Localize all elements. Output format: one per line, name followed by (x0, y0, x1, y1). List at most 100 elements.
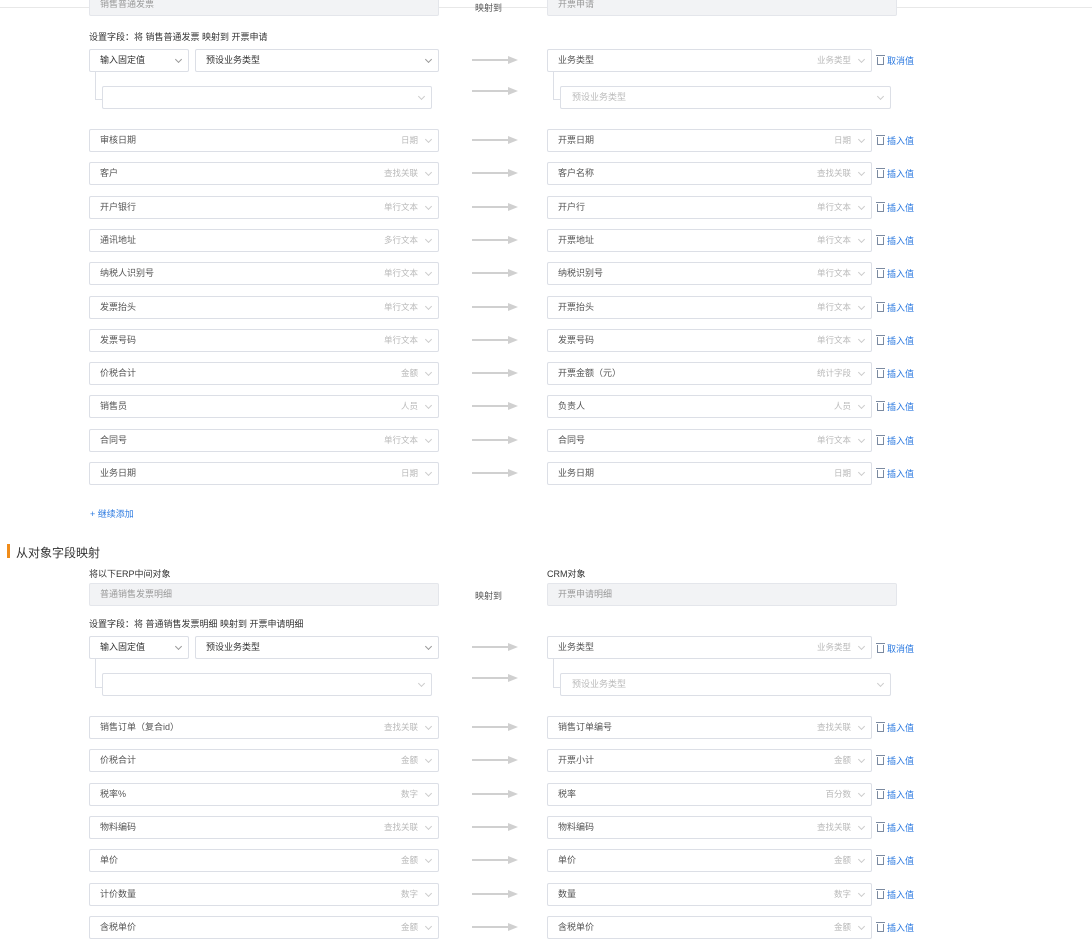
erp-field-select[interactable]: 税率% 数字 (89, 782, 439, 806)
crm-field-select[interactable]: 单价 金额 (547, 849, 872, 873)
field-type: 单行文本 (383, 434, 418, 445)
crm-field-select[interactable]: 开票金额（元） 统计字段 (547, 362, 872, 386)
trash-icon (876, 788, 885, 799)
erp-field-select[interactable]: 物料编码 查找关联 (89, 815, 439, 839)
crm-field-select[interactable]: 客户名称 查找关联 (547, 162, 872, 186)
erp-field-select[interactable]: 合同号 单行文本 (89, 428, 439, 452)
trash-icon (876, 643, 885, 653)
insert-value-button[interactable]: 插入值 (876, 368, 914, 380)
crm-field-select[interactable]: 开票抬头 单行文本 (547, 295, 872, 319)
mapping-arrow-icon (472, 335, 518, 344)
insert-value-button[interactable]: 插入值 (876, 201, 914, 214)
insert-value-button[interactable]: 插入值 (876, 855, 914, 867)
crm-field-name: 开票抬头 (558, 301, 595, 312)
preset-value-select[interactable]: 预设业务类型 (195, 49, 439, 72)
trash-icon (876, 401, 885, 412)
crm-field-select[interactable]: 数量 数字 (547, 882, 872, 906)
erp-object-label: 将以下ERP中间对象 (89, 569, 171, 579)
crm-field-select[interactable]: 销售订单编号 查找关联 (547, 716, 872, 739)
crm-field-select[interactable]: 开户行 单行文本 (547, 195, 872, 219)
action-label: 插入值 (887, 269, 915, 280)
insert-value-button[interactable]: 插入值 (876, 921, 915, 934)
erp-field-name: 含税单价 (100, 921, 137, 932)
trash-icon (876, 368, 885, 379)
insert-value-button[interactable]: 插入值 (876, 401, 915, 413)
action-label: 插入值 (887, 756, 915, 767)
chevron-down-icon (857, 302, 866, 310)
chevron-down-icon (424, 889, 433, 897)
erp-field-select[interactable]: 销售员 人员 (89, 395, 439, 419)
erp-field-select[interactable]: 审核日期 日期 (89, 129, 439, 152)
insert-value-button[interactable]: 插入值 (876, 468, 914, 480)
sub-value-select[interactable] (102, 86, 432, 109)
detail-crm-field-select[interactable]: 业务类型 业务类型 (547, 636, 872, 659)
crm-field-select[interactable]: 业务日期 日期 (547, 462, 872, 485)
crm-field-select[interactable]: 开票小计 金额 (547, 749, 872, 773)
erp-field-select[interactable]: 含税单价 金额 (89, 915, 439, 939)
mapping-arrow-icon (472, 56, 518, 64)
insert-value-button[interactable]: 插入值 (876, 888, 914, 901)
erp-field-select[interactable]: 发票号码 单行文本 (89, 328, 439, 352)
insert-value-button[interactable]: 插入值 (876, 722, 914, 734)
insert-value-button[interactable]: 插入值 (876, 135, 914, 147)
erp-field-select[interactable]: 开户银行 单行文本 (89, 195, 439, 219)
mapping-arrow-icon (472, 302, 518, 311)
crm-field-select[interactable]: 物料编码 查找关联 (547, 815, 872, 839)
crm-field-select[interactable]: 负责人 人员 (547, 395, 872, 419)
sub-crm-select[interactable]: 预设业务类型 (560, 86, 891, 109)
crm-field-value: 业务类型 (558, 55, 595, 65)
insert-value-button[interactable]: 插入值 (876, 234, 914, 247)
chevron-down-icon (857, 335, 866, 343)
field-type: 单行文本 (816, 234, 851, 245)
field-type: 单行文本 (816, 301, 851, 312)
crm-field-select[interactable]: 开票日期 日期 (547, 129, 872, 152)
erp-field-select[interactable]: 通讯地址 多行文本 (89, 228, 439, 252)
chevron-down-icon (857, 822, 866, 830)
crm-field-select[interactable]: 税率 百分数 (547, 782, 872, 806)
erp-field-select[interactable]: 价税合计 金额 (89, 749, 439, 773)
crm-field-select[interactable]: 纳税识别号 单行文本 (547, 262, 872, 286)
detail-input-type-select[interactable]: 输入固定值 (89, 636, 189, 659)
erp-field-name: 纳税人识别号 (100, 268, 155, 279)
chevron-down-icon (417, 679, 426, 688)
crm-field-select[interactable]: 含税单价 金额 (547, 915, 872, 939)
erp-field-select[interactable]: 发票抬头 单行文本 (89, 295, 439, 319)
field-type: 单行文本 (816, 201, 851, 212)
detail-sub-value-select[interactable] (102, 673, 432, 696)
erp-field-select[interactable]: 客户 查找关联 (89, 162, 439, 186)
insert-value-button[interactable]: 插入值 (876, 434, 914, 447)
insert-value-button[interactable]: 插入值 (876, 755, 915, 767)
erp-field-select[interactable]: 单价 金额 (89, 849, 439, 873)
insert-value-button[interactable]: 插入值 (876, 821, 914, 834)
erp-field-select[interactable]: 业务日期 日期 (89, 462, 439, 485)
insert-value-button[interactable]: 插入值 (876, 168, 914, 180)
crm-field-select[interactable]: 开票地址 单行文本 (547, 228, 872, 252)
erp-field-select[interactable]: 计价数量 数字 (89, 882, 439, 906)
insert-value-button[interactable]: 插入值 (876, 268, 915, 280)
action-label: 插入值 (887, 402, 915, 413)
crm-field-select[interactable]: 业务类型 业务类型 (547, 49, 872, 72)
detail-sub-crm-select[interactable]: 预设业务类型 (560, 673, 891, 696)
mapping-arrow-icon (472, 674, 518, 682)
action-label: 插入值 (887, 922, 915, 933)
crm-field-name: 税率 (558, 788, 577, 799)
insert-value-button[interactable]: 插入值 (876, 334, 914, 347)
trash-icon (876, 234, 885, 245)
crm-field-select[interactable]: 合同号 单行文本 (547, 428, 872, 452)
cancel-value-button[interactable]: 取消值 (876, 55, 914, 67)
detail-preset-value-select[interactable]: 预设业务类型 (195, 636, 439, 659)
erp-field-name: 业务日期 (100, 468, 137, 478)
insert-value-button[interactable]: 插入值 (876, 788, 914, 801)
input-type-select[interactable]: 输入固定值 (89, 49, 189, 72)
add-more-link[interactable]: + 继续添加 (90, 507, 134, 520)
detail-cancel-value-button[interactable]: 取消值 (876, 643, 915, 655)
chevron-down-icon (424, 822, 433, 830)
chevron-down-icon (857, 922, 866, 930)
erp-field-select[interactable]: 销售订单（复合id） 查找关联 (89, 716, 439, 739)
erp-field-select[interactable]: 价税合计 金额 (89, 362, 439, 386)
crm-field-select[interactable]: 发票号码 单行文本 (547, 328, 872, 352)
erp-field-select[interactable]: 纳税人识别号 单行文本 (89, 262, 439, 286)
erp-field-name: 价税合计 (100, 368, 137, 379)
action-label: 取消值 (887, 644, 915, 654)
insert-value-button[interactable]: 插入值 (876, 301, 914, 314)
